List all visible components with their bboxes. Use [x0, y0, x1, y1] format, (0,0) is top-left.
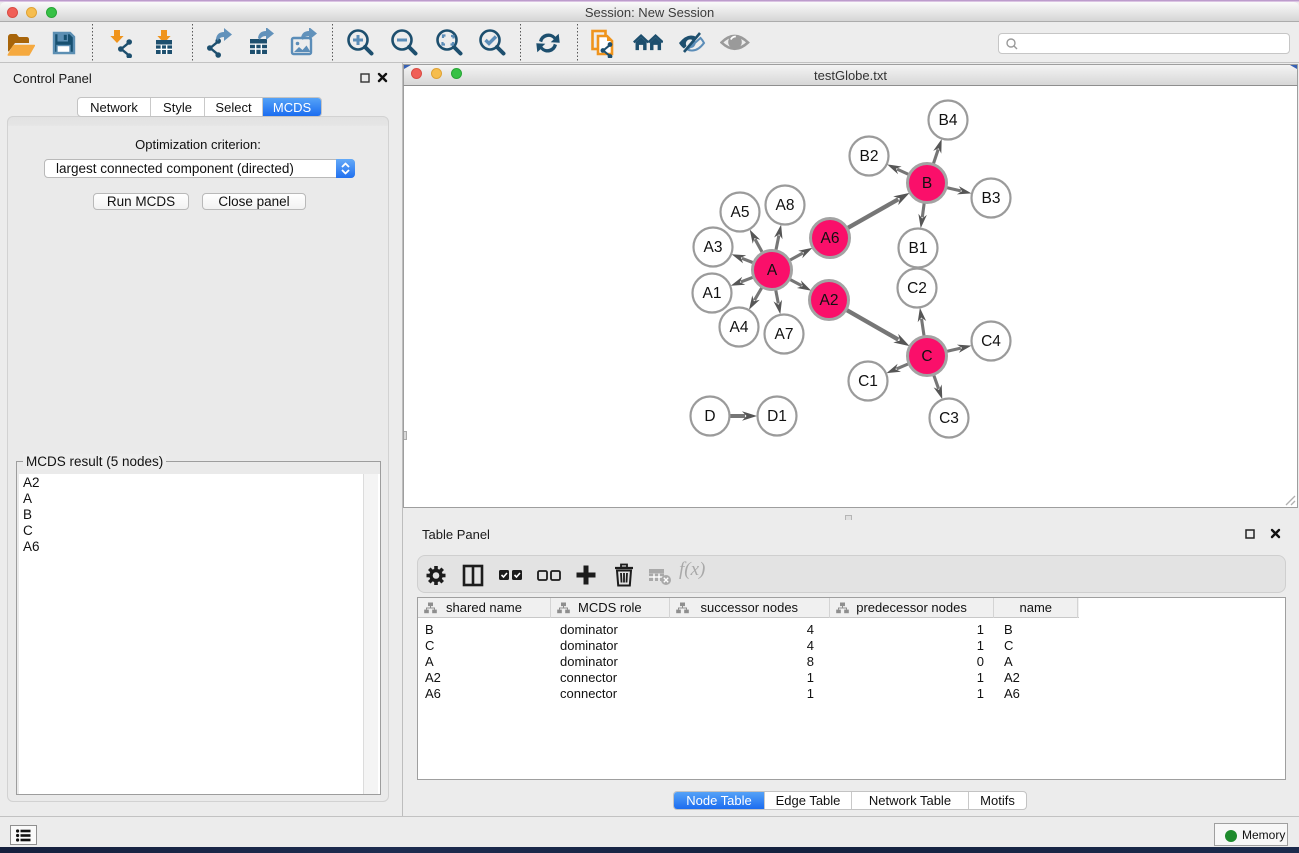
svg-text:A8: A8	[776, 197, 795, 214]
svg-text:A1: A1	[703, 285, 722, 302]
svg-text:B3: B3	[982, 190, 1001, 207]
svg-text:A4: A4	[730, 319, 749, 336]
svg-text:A6: A6	[821, 230, 840, 247]
svg-text:C4: C4	[981, 333, 1001, 350]
svg-text:B: B	[922, 175, 932, 192]
svg-text:A: A	[767, 262, 778, 279]
svg-text:A5: A5	[731, 204, 750, 221]
svg-text:A7: A7	[775, 326, 794, 343]
svg-text:B2: B2	[860, 148, 879, 165]
svg-text:A2: A2	[820, 292, 839, 309]
svg-text:C: C	[921, 348, 932, 365]
svg-text:C1: C1	[858, 373, 878, 390]
svg-text:C3: C3	[939, 410, 959, 427]
svg-text:B4: B4	[939, 112, 958, 129]
svg-text:A3: A3	[704, 239, 723, 256]
svg-text:D1: D1	[767, 408, 787, 425]
svg-text:B1: B1	[909, 240, 928, 257]
svg-text:C2: C2	[907, 280, 927, 297]
svg-text:D: D	[704, 408, 715, 425]
